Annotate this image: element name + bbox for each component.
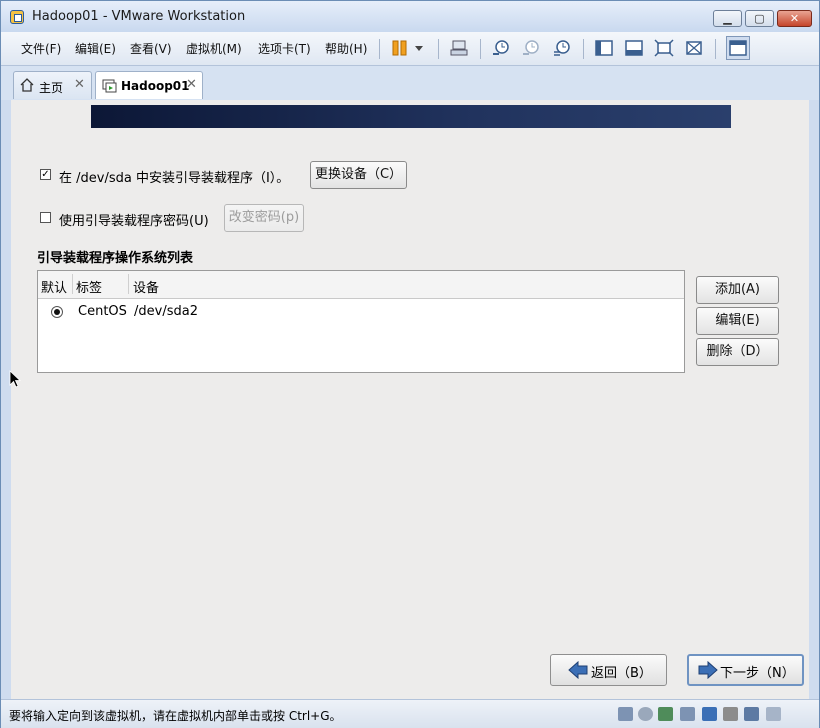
fullscreen-icon[interactable]: [654, 38, 674, 58]
thumbnail-bar-icon[interactable]: [624, 38, 644, 58]
list-header: 默认 标签 设备: [38, 271, 684, 299]
row-label: CentOS: [78, 304, 127, 319]
window-title: Hadoop01 - VMware Workstation: [32, 9, 246, 24]
add-button[interactable]: 添加(A): [696, 276, 779, 304]
use-password-checkbox[interactable]: [40, 212, 51, 223]
tab-bar: 主页 ✕ Hadoop01 ✕: [1, 66, 819, 100]
snapshot-manager-icon[interactable]: [552, 38, 572, 58]
status-bar: 要将输入定向到该虚拟机，请在虚拟机内部单击或按 Ctrl+G。: [1, 699, 819, 728]
delete-button[interactable]: 删除（D）: [696, 338, 779, 366]
menu-tabs[interactable]: 选项卡(T): [258, 40, 311, 57]
dropdown-arrow-icon[interactable]: [412, 38, 426, 58]
tab-hadoop01-label: Hadoop01: [121, 79, 190, 93]
arrow-left-icon: [568, 661, 588, 679]
tab-home[interactable]: 主页 ✕: [13, 71, 92, 99]
row-device: /dev/sda2: [134, 304, 198, 319]
console-view-icon[interactable]: [726, 36, 750, 60]
tab-home-close-icon[interactable]: ✕: [74, 77, 85, 92]
message-icon[interactable]: [766, 707, 781, 721]
tab-home-label: 主页: [39, 81, 64, 95]
home-icon: [20, 78, 34, 92]
next-button[interactable]: 下一步（N）: [687, 654, 804, 686]
edit-button[interactable]: 编辑(E): [696, 307, 779, 335]
os-list-title: 引导装载程序操作系统列表: [37, 251, 194, 266]
next-button-label: 下一步（N）: [720, 666, 795, 681]
menu-help[interactable]: 帮助(H): [325, 40, 367, 57]
send-ctrl-alt-del-icon[interactable]: [449, 38, 469, 58]
hard-disk-icon[interactable]: [618, 707, 633, 721]
back-button[interactable]: 返回（B）: [550, 654, 667, 686]
title-bar[interactable]: Hadoop01 - VMware Workstation ▁ ▢ ✕: [1, 1, 819, 32]
menu-file[interactable]: 文件(F): [21, 40, 61, 57]
back-button-label: 返回（B）: [591, 666, 652, 681]
show-sidebar-icon[interactable]: [594, 38, 614, 58]
column-separator: [128, 274, 129, 294]
minimize-button[interactable]: ▁: [713, 10, 742, 27]
column-label[interactable]: 标签: [76, 277, 102, 296]
cd-drive-icon[interactable]: [638, 707, 653, 721]
menu-bar: 文件(F) 编辑(E) 查看(V) 虚拟机(M) 选项卡(T) 帮助(H): [1, 32, 819, 66]
bootloader-os-list[interactable]: 默认 标签 设备 CentOS /dev/sda2: [37, 270, 685, 373]
usb-icon[interactable]: [680, 707, 695, 721]
install-bootloader-label: 在 /dev/sda 中安装引导装载程序（I）。: [59, 171, 290, 186]
toolbar-separator: [379, 39, 380, 59]
install-bootloader-checkbox[interactable]: ✓: [40, 169, 51, 180]
tab-hadoop01-close-icon[interactable]: ✕: [186, 77, 197, 92]
menu-vm[interactable]: 虚拟机(M): [186, 40, 242, 57]
close-button[interactable]: ✕: [777, 10, 812, 27]
mouse-pointer-icon: [9, 370, 21, 388]
use-password-label: 使用引导装载程序密码(U): [59, 214, 209, 229]
default-radio[interactable]: [51, 306, 63, 318]
pause-icon[interactable]: [390, 38, 410, 58]
network-icon[interactable]: [658, 707, 673, 721]
vm-icon: [102, 79, 117, 93]
menu-view[interactable]: 查看(V): [130, 40, 172, 57]
change-password-button[interactable]: 改变密码(p): [224, 204, 304, 232]
status-text: 要将输入定向到该虚拟机，请在虚拟机内部单击或按 Ctrl+G。: [9, 709, 342, 723]
vmware-app-icon: [10, 10, 24, 24]
menu-edit[interactable]: 编辑(E): [75, 40, 116, 57]
snapshot-revert-icon[interactable]: [521, 38, 541, 58]
column-device[interactable]: 设备: [133, 277, 159, 296]
toolbar-separator: [480, 39, 481, 59]
vmware-window: Hadoop01 - VMware Workstation ▁ ▢ ✕ 文件(F…: [0, 0, 820, 728]
column-default[interactable]: 默认: [41, 277, 67, 296]
change-device-button[interactable]: 更换设备（C）: [310, 161, 407, 189]
column-separator: [72, 274, 73, 294]
display-icon[interactable]: [744, 707, 759, 721]
sound-icon[interactable]: [702, 707, 717, 721]
unity-icon[interactable]: [684, 38, 704, 58]
toolbar-separator: [715, 39, 716, 59]
tab-hadoop01[interactable]: Hadoop01 ✕: [95, 71, 203, 99]
snapshot-take-icon[interactable]: [491, 38, 511, 58]
arrow-right-icon: [698, 661, 718, 679]
installer-banner: [91, 105, 731, 128]
printer-icon[interactable]: [723, 707, 738, 721]
vm-console[interactable]: ✓ 在 /dev/sda 中安装引导装载程序（I）。 更换设备（C） 使用引导装…: [11, 100, 809, 699]
toolbar-separator: [438, 39, 439, 59]
toolbar-separator: [583, 39, 584, 59]
maximize-button[interactable]: ▢: [745, 10, 774, 27]
